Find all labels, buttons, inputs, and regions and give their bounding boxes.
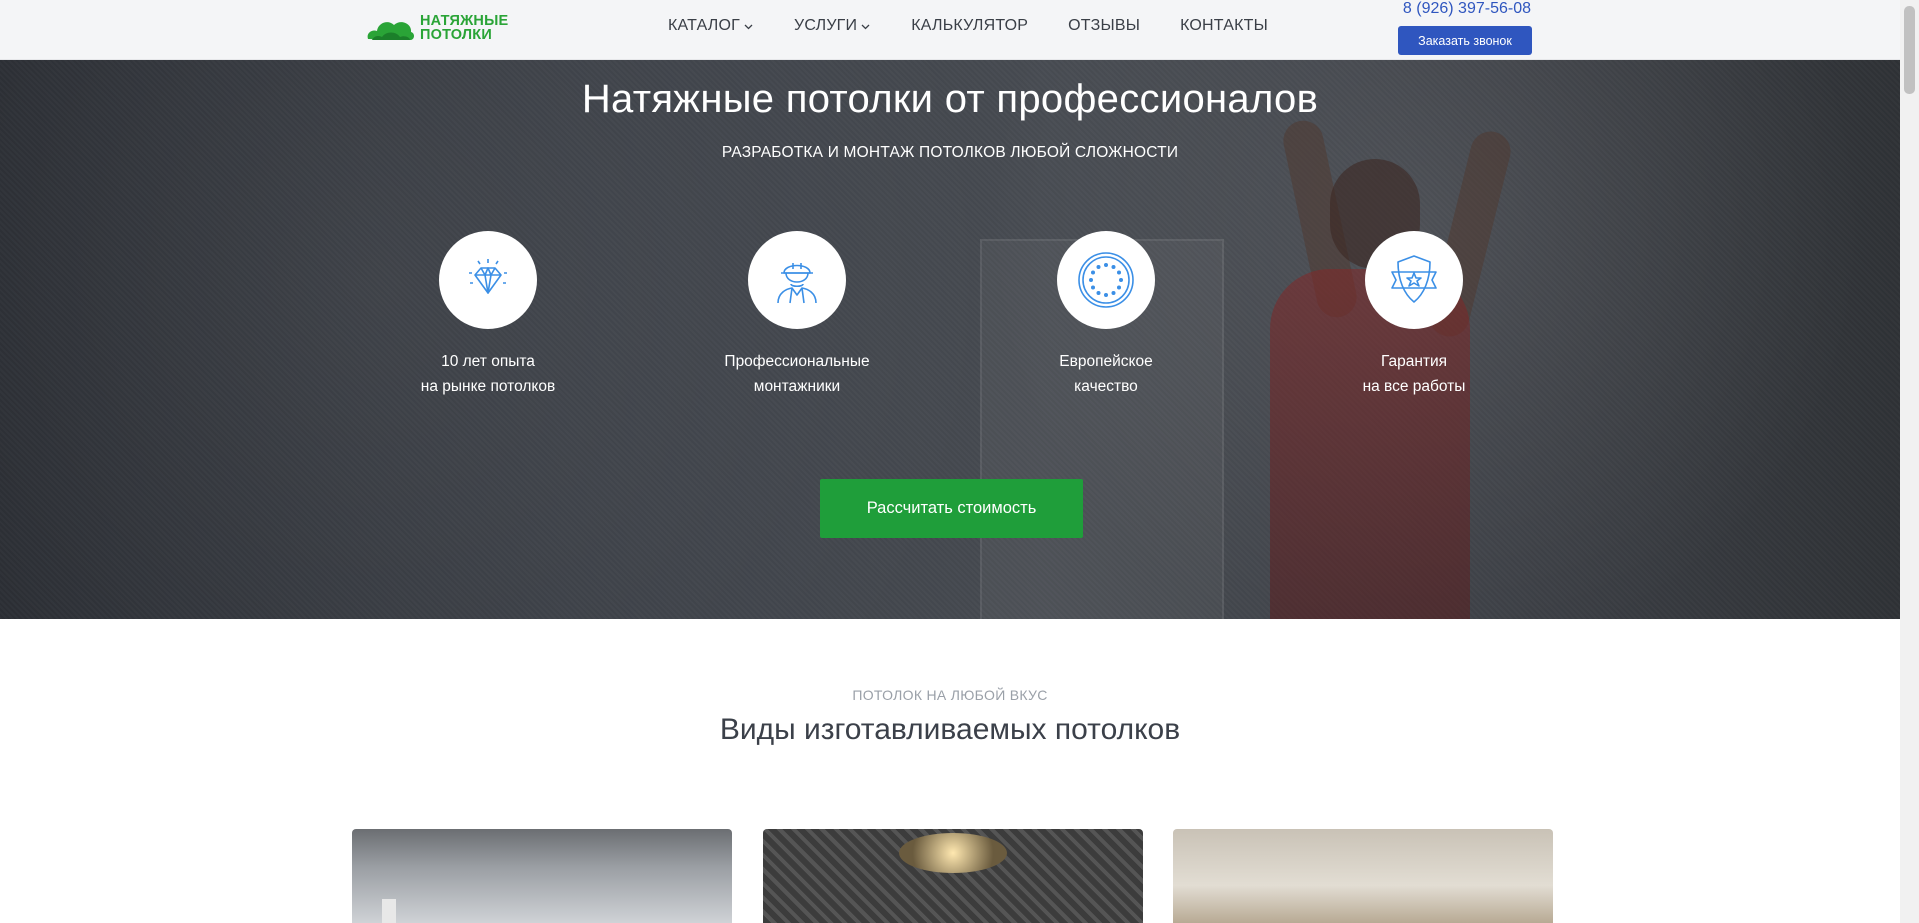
ceiling-type-card[interactable] [763,829,1143,923]
shield-star-icon [1391,255,1437,303]
nav-item-reviews[interactable]: ОТЗЫВЫ [1068,17,1140,35]
nav-item-catalog[interactable]: КАТАЛОГ [668,17,754,35]
main-nav: КАТАЛОГ УСЛУГИ КАЛЬКУЛЯТОР ОТЗЫВЫ КОНТАК… [668,17,1308,35]
ceiling-type-card[interactable] [352,829,732,923]
feature-label: 10 лет опыта на рынке потолков [378,349,598,399]
calculate-cost-button[interactable]: Рассчитать стоимость [820,479,1083,538]
logo-line-2: ПОТОЛКИ [420,27,492,43]
hero-section: Натяжные потолки от профессионалов РАЗРА… [0,59,1900,619]
feature-experience: 10 лет опыта на рынке потолков [378,231,598,399]
section-title: Виды изготавливаемых потолков [719,713,1181,746]
hero-title: Натяжные потолки от профессионалов [581,77,1319,121]
feature-label: Профессиональные монтажники [687,349,907,399]
feature-warranty: Гарантия на все работы [1304,231,1524,399]
chevron-down-icon [861,24,870,29]
cloud-logo-icon [367,22,414,40]
feature-icon-circle [1365,231,1463,329]
eu-stars-icon [1078,252,1134,308]
feature-icon-circle [439,231,537,329]
feature-icon-circle [1057,231,1155,329]
card-image-decor [382,899,396,923]
logo-text: НАТЯЖНЫЕ ПОТОЛКИ [420,13,509,43]
nav-item-services[interactable]: УСЛУГИ [794,17,871,35]
nav-item-label: КОНТАКТЫ [1180,17,1268,34]
diamond-icon [469,259,507,294]
scrollbar-thumb[interactable] [1904,6,1915,94]
feature-installers: Профессиональные монтажники [687,231,907,399]
nav-item-label: КАТАЛОГ [668,17,741,34]
hero-subtitle: РАЗРАБОТКА И МОНТАЖ ПОТОЛКОВ ЛЮБОЙ СЛОЖН… [721,144,1179,161]
site-header: НАТЯЖНЫЕ ПОТОЛКИ КАТАЛОГ УСЛУГИ КАЛЬКУЛЯ… [0,0,1900,60]
nav-item-contacts[interactable]: КОНТАКТЫ [1180,17,1268,35]
nav-item-label: УСЛУГИ [794,17,858,34]
card-image-decor [899,833,1007,873]
worker-helmet-icon [777,263,817,304]
nav-item-calculator[interactable]: КАЛЬКУЛЯТОР [911,17,1028,35]
feature-label: Гарантия на все работы [1304,349,1524,399]
feature-label: Европейское качество [996,349,1216,399]
feature-line-1: Гарантия [1380,353,1448,370]
callback-button[interactable]: Заказать звонок [1398,26,1532,55]
logo-line-1: НАТЯЖНЫЕ [420,13,509,29]
feature-icon-circle [748,231,846,329]
ceiling-type-card[interactable] [1173,829,1553,923]
feature-european-quality: Европейское качество [996,231,1216,399]
phone-number[interactable]: 8 (926) 397-56-08 [1399,0,1531,18]
section-kicker: ПОТОЛОК НА ЛЮБОЙ ВКУС [852,687,1048,703]
feature-line-1: 10 лет опыта [441,353,535,370]
nav-item-label: КАЛЬКУЛЯТОР [911,17,1029,34]
feature-line-2: монтажники [753,378,841,395]
chevron-down-icon [744,24,753,29]
feature-line-2: качество [1074,378,1138,395]
nav-item-label: ОТЗЫВЫ [1068,17,1141,34]
feature-line-1: Профессиональные [724,353,870,370]
feature-line-1: Европейское [1059,353,1153,370]
feature-line-2: на все работы [1362,378,1466,395]
scrollbar[interactable] [1900,0,1919,923]
feature-line-2: на рынке потолков [420,378,556,395]
logo[interactable]: НАТЯЖНЫЕ ПОТОЛКИ [364,12,524,44]
